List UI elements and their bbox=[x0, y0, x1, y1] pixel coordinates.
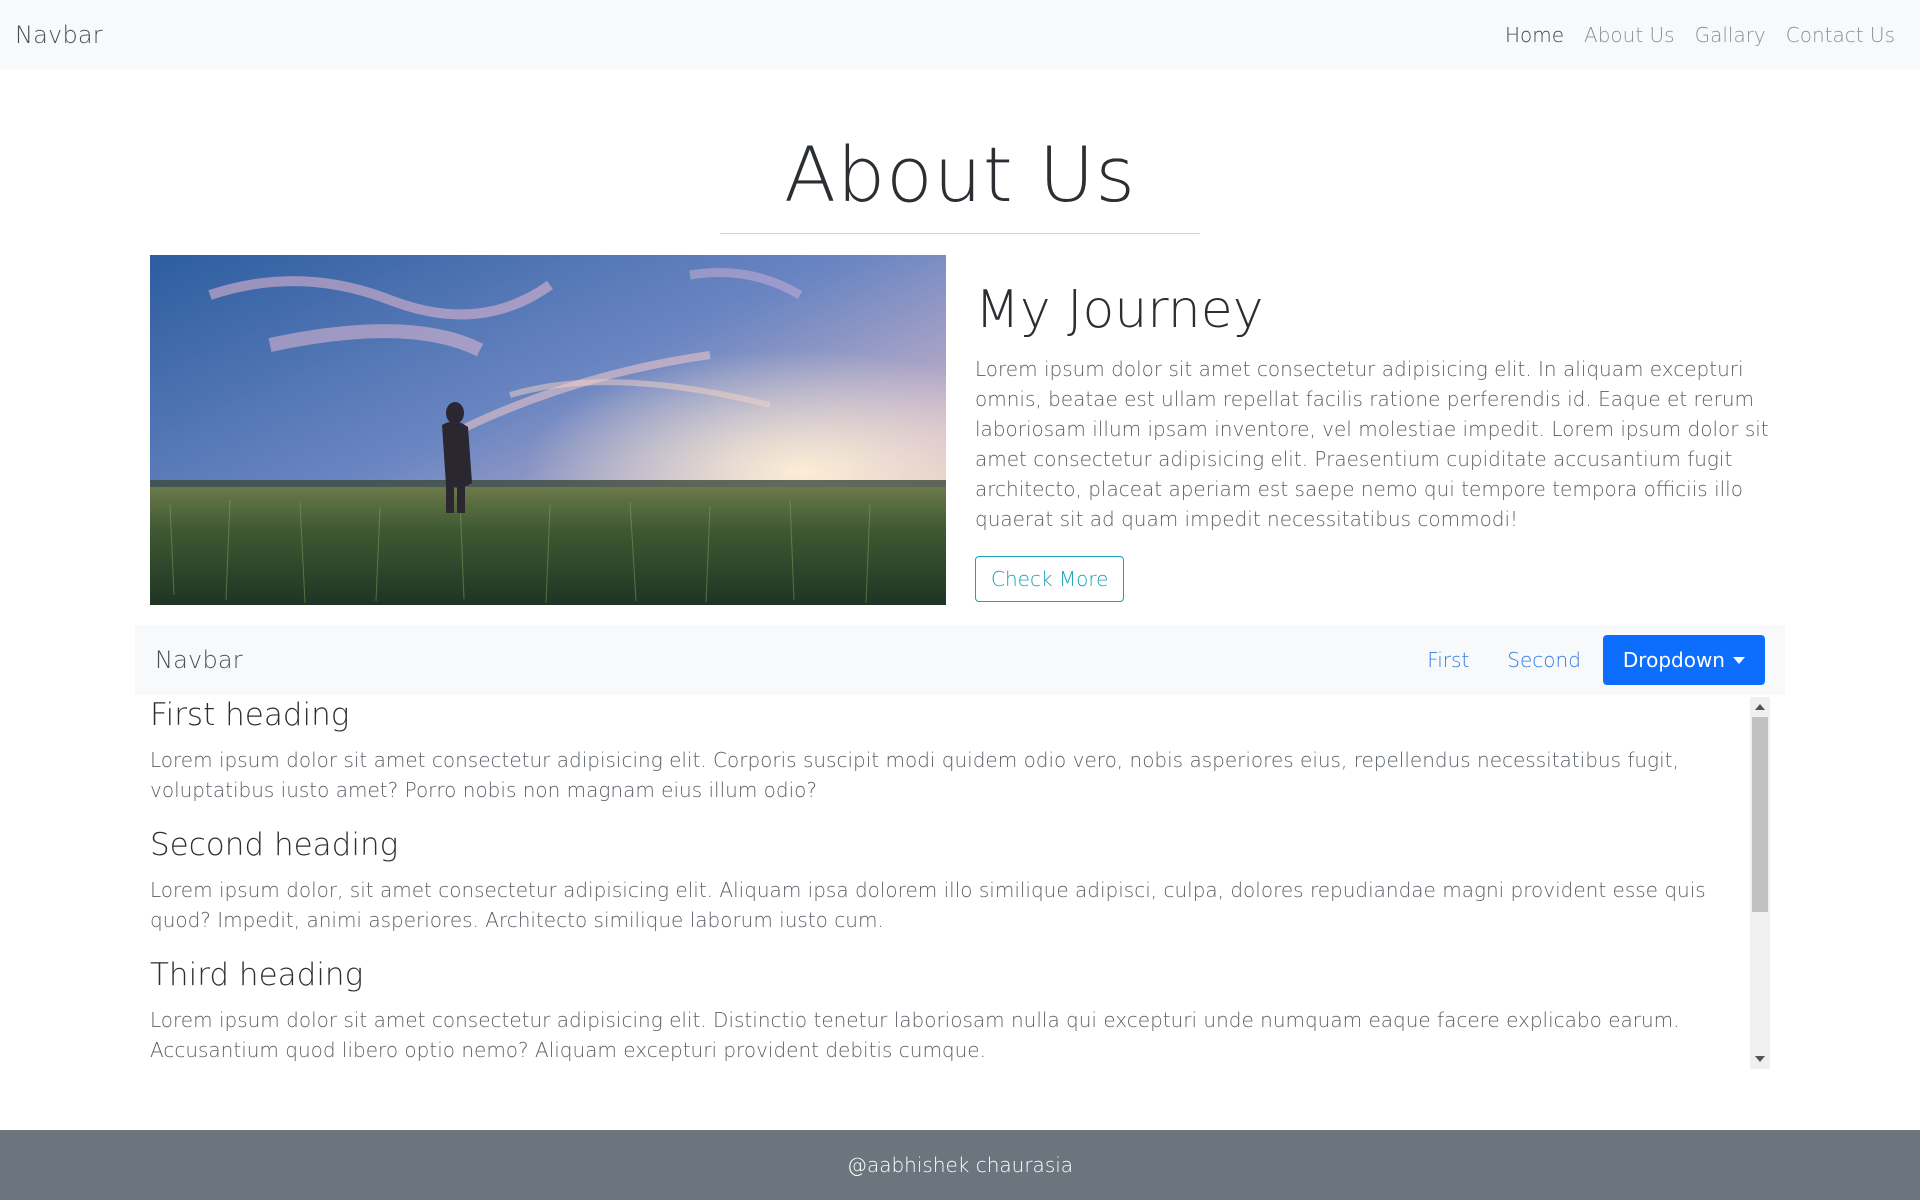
scroll-up-arrow-icon[interactable] bbox=[1750, 697, 1770, 717]
scrollbar-thumb[interactable] bbox=[1752, 717, 1768, 912]
section-text-third: Lorem ipsum dolor sit amet consectetur a… bbox=[150, 1008, 1680, 1062]
section-heading-third: Third heading bbox=[150, 957, 364, 993]
nav-link-gallary[interactable]: Gallary bbox=[1685, 23, 1776, 47]
section-heading-first: First heading bbox=[150, 697, 350, 733]
top-navbar: Navbar Home About Us Gallary Contact Us bbox=[0, 0, 1920, 70]
dropdown-label: Dropdown bbox=[1622, 648, 1725, 672]
scroll-content: First heading Lorem ipsum dolor sit amet… bbox=[150, 697, 1750, 1065]
dropdown-button[interactable]: Dropdown bbox=[1602, 635, 1765, 685]
journey-text: Lorem ipsum dolor sit amet consectetur a… bbox=[975, 357, 1769, 531]
nav-link-home[interactable]: Home bbox=[1495, 23, 1574, 47]
check-more-button[interactable]: Check More bbox=[975, 556, 1125, 602]
subnav-link-second[interactable]: Second bbox=[1491, 648, 1597, 672]
top-nav-links: Home About Us Gallary Contact Us bbox=[1495, 23, 1905, 47]
scroll-down-arrow-icon[interactable] bbox=[1750, 1049, 1770, 1069]
vertical-scrollbar[interactable] bbox=[1750, 697, 1770, 1069]
section-text-first: Lorem ipsum dolor sit amet consectetur a… bbox=[150, 748, 1679, 802]
journey-heading: My Journey bbox=[975, 280, 1264, 340]
caret-down-icon bbox=[1733, 656, 1745, 664]
subnav-link-first[interactable]: First bbox=[1411, 648, 1485, 672]
subnav-links: First Second Dropdown bbox=[1411, 635, 1765, 685]
subnav-brand[interactable]: Navbar bbox=[155, 646, 243, 674]
page-title: About Us bbox=[783, 130, 1137, 219]
navbar-brand[interactable]: Navbar bbox=[15, 21, 103, 49]
section-heading-second: Second heading bbox=[150, 827, 399, 863]
journey-image bbox=[150, 255, 946, 605]
journey-section: My Journey Lorem ipsum dolor sit amet co… bbox=[975, 280, 1775, 602]
title-divider bbox=[720, 233, 1200, 234]
footer-text: @aabhishek chaurasia bbox=[846, 1153, 1074, 1177]
scrollspy-content[interactable]: First heading Lorem ipsum dolor sit amet… bbox=[150, 697, 1770, 1069]
nav-link-contact-us[interactable]: Contact Us bbox=[1776, 23, 1905, 47]
section-text-second: Lorem ipsum dolor, sit amet consectetur … bbox=[150, 878, 1706, 932]
footer: @aabhishek chaurasia bbox=[0, 1130, 1920, 1200]
scrollspy-navbar: Navbar First Second Dropdown bbox=[135, 625, 1785, 695]
nav-link-about-us[interactable]: About Us bbox=[1574, 23, 1685, 47]
